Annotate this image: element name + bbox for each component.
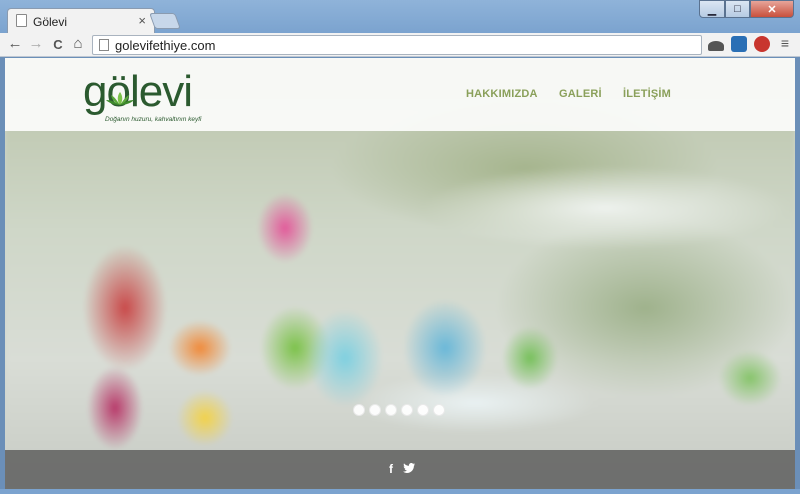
facebook-icon[interactable]: f: [389, 462, 393, 476]
lotus-icon: [106, 92, 134, 105]
window-controls: ▁ □ ✕: [699, 0, 794, 18]
reload-icon[interactable]: C: [49, 37, 67, 52]
page-icon: [16, 14, 27, 27]
url-text[interactable]: golevifethiye.com: [115, 38, 215, 53]
close-window-button[interactable]: ✕: [750, 0, 794, 18]
home-icon[interactable]: ⌂: [69, 35, 87, 52]
slider-dot[interactable]: [433, 404, 445, 416]
stop-extension-icon[interactable]: [754, 36, 770, 52]
slider-dot[interactable]: [385, 404, 397, 416]
window-titlebar: Gölevi × ▁ □ ✕: [0, 0, 800, 33]
screen-extension-icon[interactable]: [731, 36, 747, 52]
slider-dot[interactable]: [369, 404, 381, 416]
slider-dot[interactable]: [401, 404, 413, 416]
nav-iletisim[interactable]: İLETİŞİM: [623, 88, 671, 100]
window-bottom-edge: [0, 489, 800, 494]
site-logo[interactable]: gölevi Doğanın huzuru, kahvaltının keyfi: [83, 67, 201, 124]
tab-title: Gölevi: [33, 15, 68, 29]
hat-extension-icon[interactable]: [708, 41, 724, 51]
nav-hakkimizda[interactable]: HAKKIMIZDA: [466, 88, 538, 100]
logo-tagline: Doğanın huzuru, kahvaltının keyfi: [105, 116, 202, 123]
twitter-icon[interactable]: [403, 463, 415, 473]
nav-galeri[interactable]: GALERİ: [559, 88, 602, 100]
slider-dot[interactable]: [417, 404, 429, 416]
slider-pagination: [353, 404, 445, 416]
page-viewport: gölevi Doğanın huzuru, kahvaltının keyfi…: [5, 58, 795, 489]
site-footer: f: [5, 450, 795, 489]
maximize-button[interactable]: □: [725, 0, 750, 18]
address-bar[interactable]: golevifethiye.com: [92, 35, 702, 55]
forward-icon[interactable]: →: [27, 35, 45, 52]
minimize-button[interactable]: ▁: [699, 0, 725, 18]
browser-tab[interactable]: Gölevi ×: [7, 8, 155, 33]
slider-dot[interactable]: [353, 404, 365, 416]
new-tab-button[interactable]: [149, 13, 181, 29]
browser-toolbar: ← → C ⌂ golevifethiye.com ≡: [0, 33, 800, 57]
site-header: gölevi Doğanın huzuru, kahvaltının keyfi…: [5, 58, 795, 131]
logo-text: gölevi: [83, 67, 193, 116]
menu-icon[interactable]: ≡: [776, 35, 794, 51]
tab-close-icon[interactable]: ×: [138, 13, 146, 28]
page-icon: [99, 39, 109, 51]
back-icon[interactable]: ←: [6, 35, 24, 52]
